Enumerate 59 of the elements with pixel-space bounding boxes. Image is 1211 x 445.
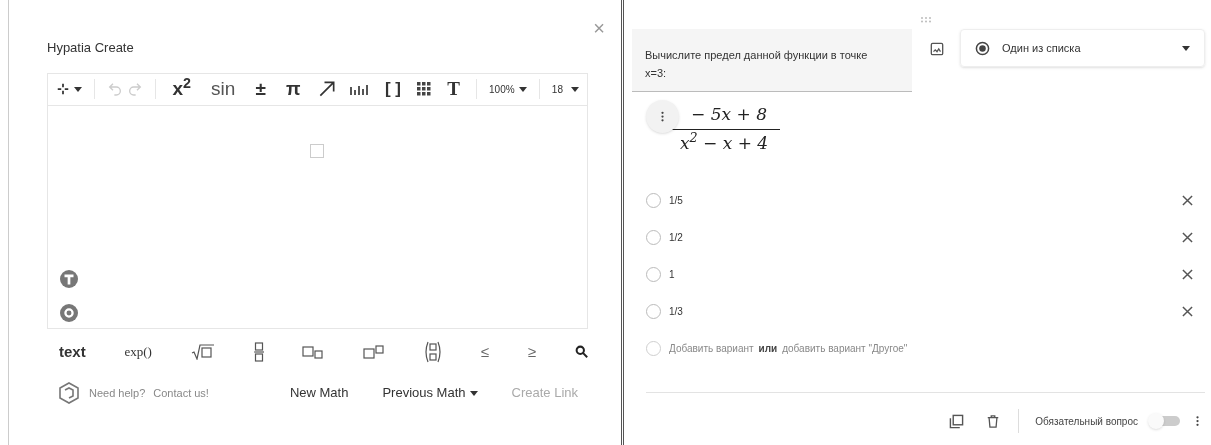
required-label: Обязательный вопрос <box>1035 414 1138 429</box>
font-size-dropdown[interactable]: 18 <box>551 81 579 97</box>
question-type-dropdown[interactable]: Один из списка <box>960 29 1205 67</box>
option-label[interactable]: 1/3 <box>669 303 683 319</box>
more-icon <box>661 111 664 122</box>
move-selector[interactable] <box>56 82 82 96</box>
empty-circle-icon <box>646 340 661 356</box>
remove-icon[interactable] <box>1182 194 1193 206</box>
histogram-icon[interactable] <box>348 83 369 95</box>
option-label[interactable]: 1/2 <box>669 229 683 245</box>
square-root-icon[interactable] <box>190 343 215 360</box>
crosshair-icon <box>56 82 70 96</box>
greater-equal-key[interactable]: ≥ <box>527 340 537 363</box>
logo-icon <box>57 381 81 405</box>
placeholder-square <box>310 143 324 158</box>
settings-icon[interactable] <box>60 303 78 322</box>
function-tool[interactable]: sin <box>207 74 240 104</box>
caret-icon <box>74 86 82 92</box>
exp-key[interactable]: exp() <box>124 342 152 362</box>
subscript-icon[interactable] <box>302 344 325 359</box>
fraction-icon[interactable] <box>253 341 264 362</box>
superscript-icon[interactable] <box>363 344 386 359</box>
caret-icon <box>469 390 478 396</box>
footer-button[interactable]: Previous Math <box>382 383 478 403</box>
more-icon[interactable] <box>1196 415 1199 427</box>
superscript-tool[interactable]: x$^{2}$ <box>168 74 195 104</box>
pi-tool[interactable]: π <box>282 74 305 104</box>
caret-icon <box>1182 45 1190 51</box>
brackets-tool[interactable]: [ ] <box>380 76 405 102</box>
text-mode-icon[interactable] <box>60 269 78 288</box>
remove-icon[interactable] <box>1182 231 1193 243</box>
caret-icon <box>571 86 579 92</box>
plus-minus-tool[interactable]: ± <box>251 74 270 104</box>
radio-icon <box>975 40 990 56</box>
less-equal-key[interactable]: ≤ <box>480 340 490 363</box>
remove-icon[interactable] <box>1182 305 1193 317</box>
add-option-link[interactable]: Добавить вариант <box>669 340 754 356</box>
or-text: или <box>758 341 778 356</box>
add-other-link[interactable]: добавить вариант "Другое" <box>782 340 908 356</box>
footer-button[interactable]: New Math <box>289 383 349 403</box>
remove-icon[interactable] <box>1182 268 1193 280</box>
matrix-icon[interactable] <box>417 82 432 96</box>
image-icon[interactable] <box>930 42 944 56</box>
trash-icon[interactable] <box>986 413 1001 429</box>
binomial-icon[interactable] <box>424 340 442 363</box>
dialog-title: Hypatia Create <box>47 39 135 57</box>
drag-handle-icon[interactable] <box>920 17 933 23</box>
zoom-dropdown[interactable]: 100% <box>489 81 527 97</box>
option-label[interactable]: 1/5 <box>669 192 683 208</box>
option-label[interactable]: 1 <box>669 266 675 282</box>
help-text: Need help? <box>89 385 146 401</box>
caret-icon <box>518 86 527 92</box>
contact-link[interactable]: Contact us! <box>153 384 209 402</box>
search-icon[interactable] <box>574 345 588 359</box>
question-field[interactable]: Вычислите предел данной функции в точке x=3: <box>632 29 912 92</box>
required-switch[interactable] <box>1150 416 1180 426</box>
text-key[interactable]: text <box>59 340 86 363</box>
copy-icon[interactable] <box>949 413 965 429</box>
text-style-tool[interactable]: T <box>443 74 464 104</box>
